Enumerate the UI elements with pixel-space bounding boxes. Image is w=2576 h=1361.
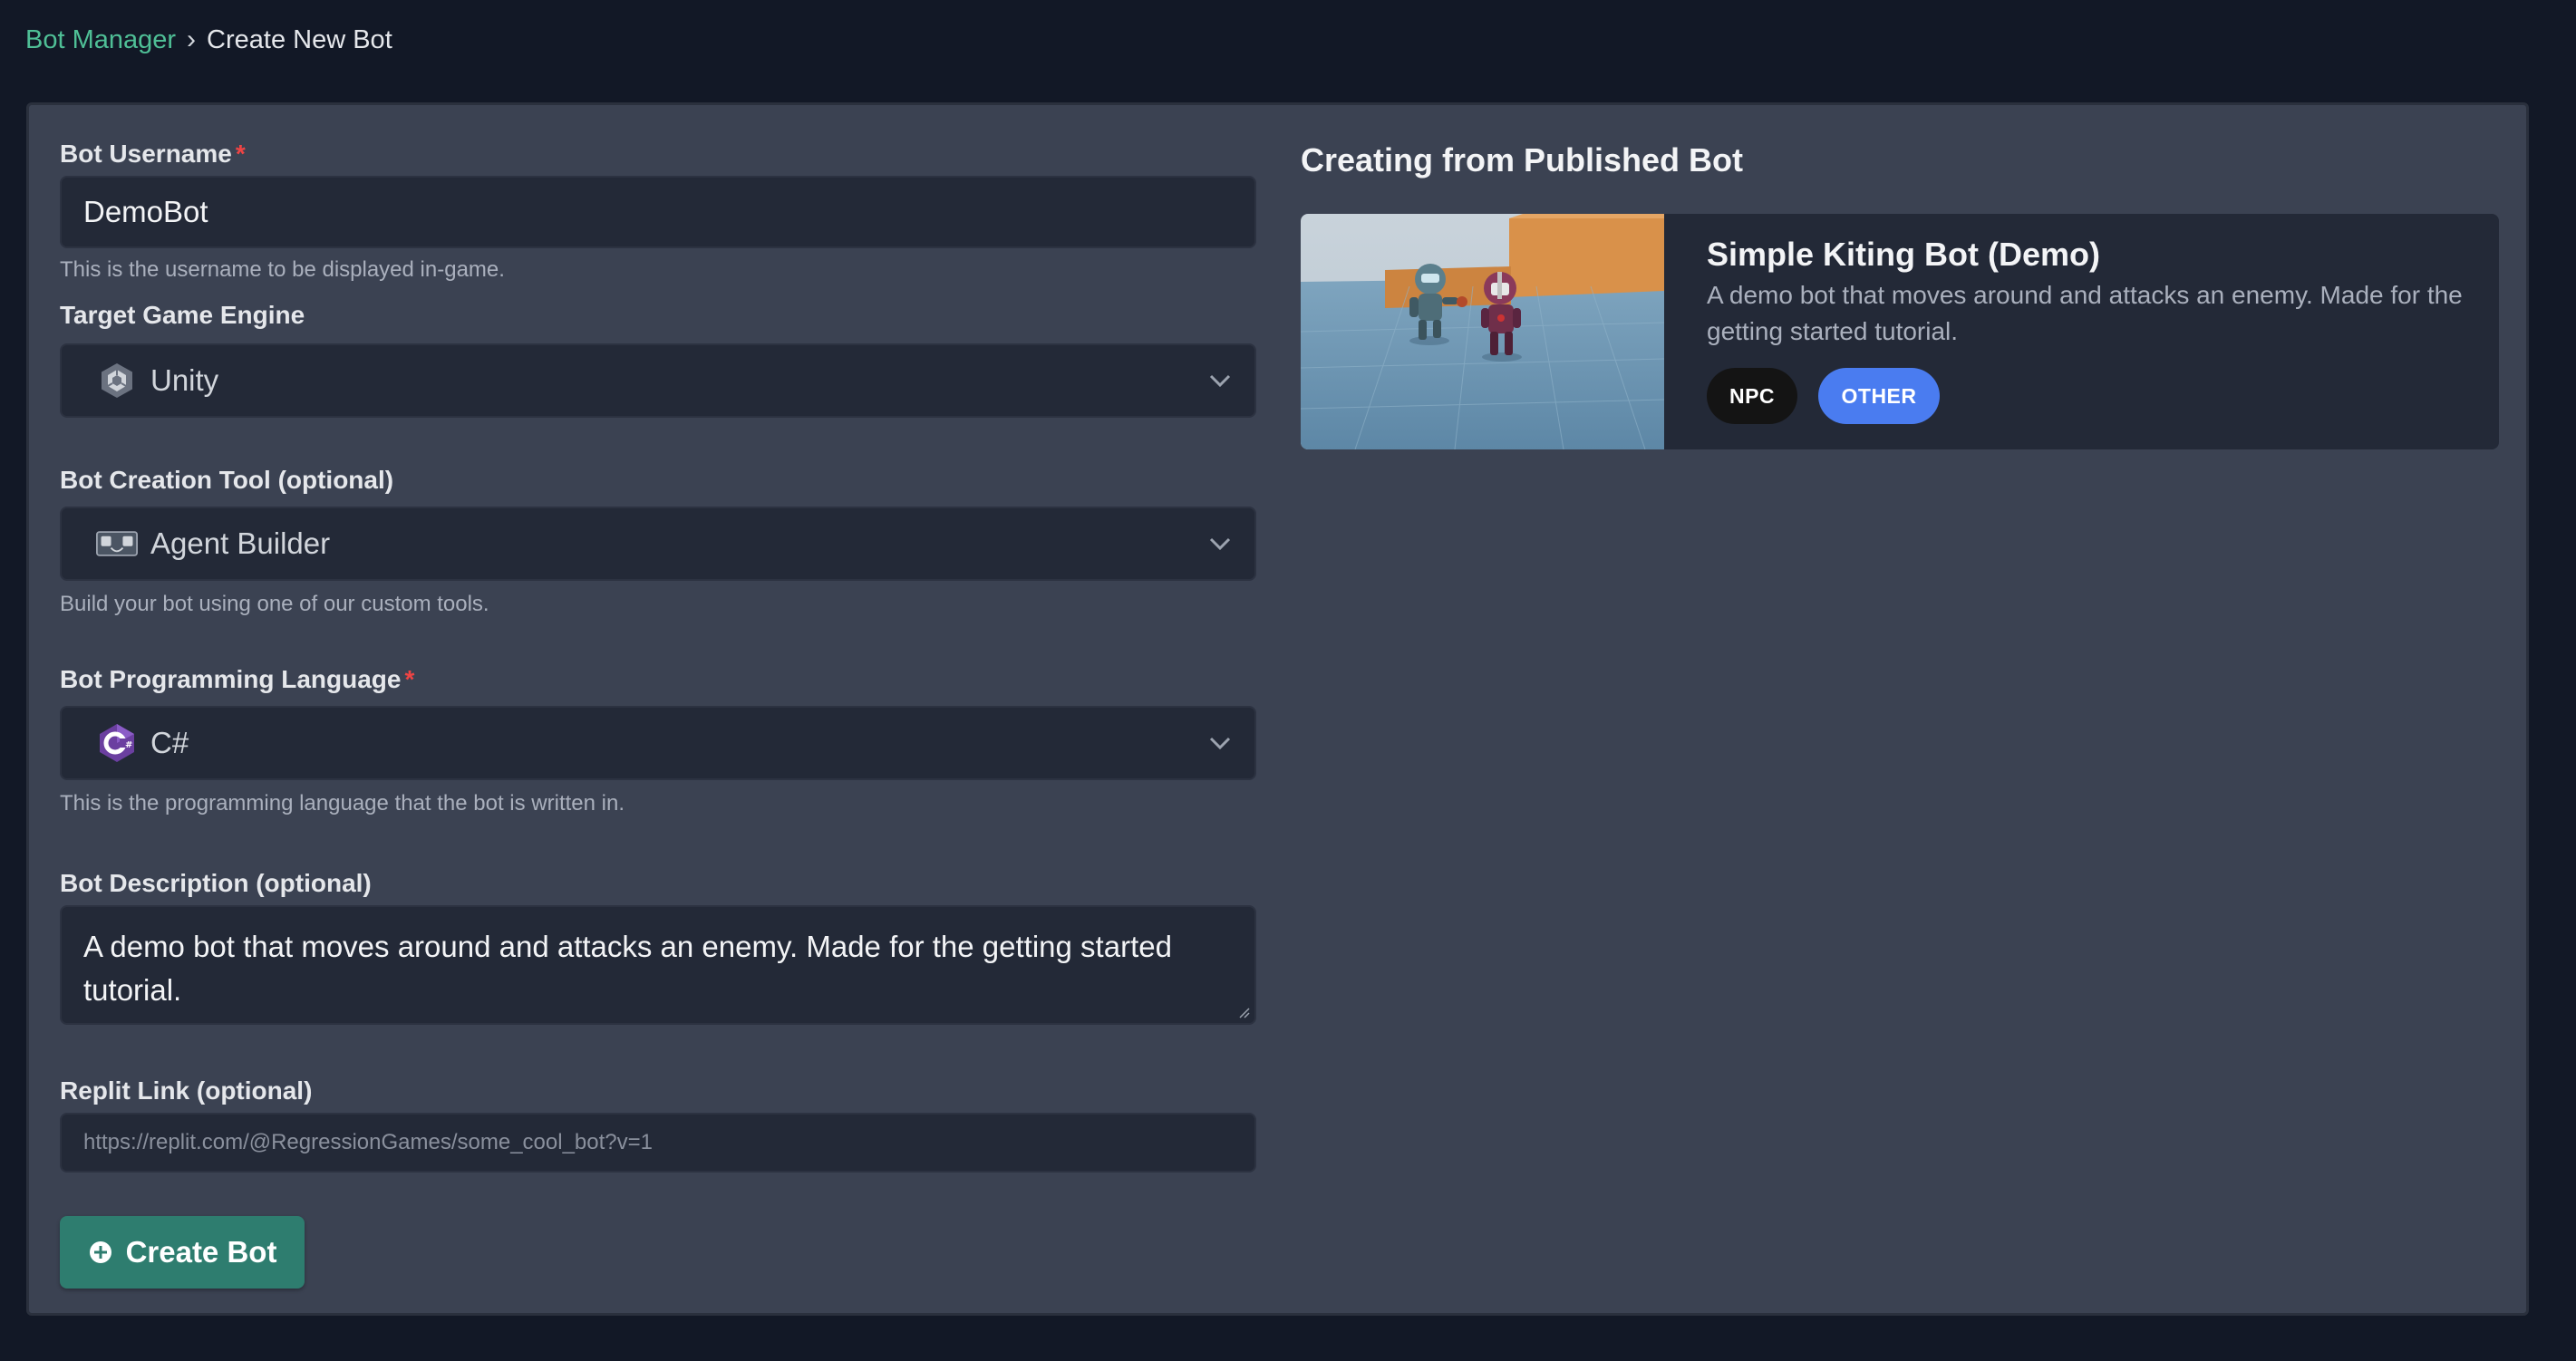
plus-circle-icon: [89, 1241, 111, 1263]
username-label-text: Bot Username: [60, 140, 232, 168]
tag-other: OTHER: [1818, 368, 1940, 424]
engine-select[interactable]: Unity: [60, 343, 1256, 418]
breadcrumb: Bot Manager › Create New Bot: [25, 22, 392, 58]
replit-label: Replit Link (optional): [60, 1076, 313, 1105]
language-select[interactable]: # C#: [60, 706, 1256, 780]
required-marker: *: [404, 665, 415, 693]
tool-value: Agent Builder: [150, 526, 331, 560]
csharp-icon: #: [96, 722, 138, 764]
breadcrumb-chevron-icon: ›: [187, 24, 197, 54]
tool-hint: Build your bot using one of our custom t…: [60, 592, 489, 616]
breadcrumb-bot-manager-link[interactable]: Bot Manager: [25, 25, 176, 55]
username-value[interactable]: DemoBot: [62, 195, 208, 229]
tool-select[interactable]: Agent Builder: [60, 507, 1256, 581]
replit-input[interactable]: https://replit.com/@RegressionGames/some…: [60, 1113, 1256, 1173]
replit-placeholder[interactable]: https://replit.com/@RegressionGames/some…: [62, 1130, 653, 1155]
resize-handle-icon[interactable]: [1236, 1005, 1251, 1019]
breadcrumb-current: Create New Bot: [207, 24, 392, 54]
username-hint: This is the username to be displayed in-…: [60, 257, 505, 282]
published-bot-card[interactable]: Simple Kiting Bot (Demo) A demo bot that…: [1301, 214, 2499, 449]
description-value[interactable]: A demo bot that moves around and attacks…: [62, 907, 1207, 1012]
agent-builder-icon: [96, 523, 138, 565]
engine-value: Unity: [150, 363, 219, 397]
tool-label: Bot Creation Tool (optional): [60, 466, 394, 494]
create-bot-panel: Bot Username * DemoBot This is the userna…: [26, 102, 2529, 1316]
published-bot-name: Simple Kiting Bot (Demo): [1707, 236, 2100, 273]
username-input[interactable]: DemoBot: [60, 176, 1256, 248]
description-textarea[interactable]: A demo bot that moves around and attacks…: [60, 905, 1256, 1025]
language-value: C#: [150, 726, 189, 759]
required-marker: *: [235, 140, 246, 168]
chevron-down-icon: [1209, 737, 1231, 750]
language-label: Bot Programming Language *: [60, 665, 414, 694]
svg-text:#: #: [125, 740, 132, 750]
engine-label: Target Game Engine: [60, 301, 305, 329]
create-bot-button[interactable]: Create Bot: [60, 1216, 305, 1289]
published-bot-description: A demo bot that moves around and attacks…: [1707, 281, 2463, 345]
published-bot-title: Creating from Published Bot: [1301, 141, 1744, 179]
chevron-down-icon: [1209, 537, 1231, 551]
bot-thumbnail-image: [1301, 214, 1664, 449]
unity-icon: [96, 360, 138, 401]
description-label: Bot Description (optional): [60, 869, 372, 897]
language-hint: This is the programming language that th…: [60, 791, 625, 816]
language-label-text: Bot Programming Language: [60, 665, 402, 693]
tag-npc: NPC: [1707, 368, 1797, 424]
chevron-down-icon: [1209, 374, 1231, 388]
username-label: Bot Username *: [60, 140, 246, 169]
create-bot-label: Create Bot: [125, 1235, 277, 1269]
